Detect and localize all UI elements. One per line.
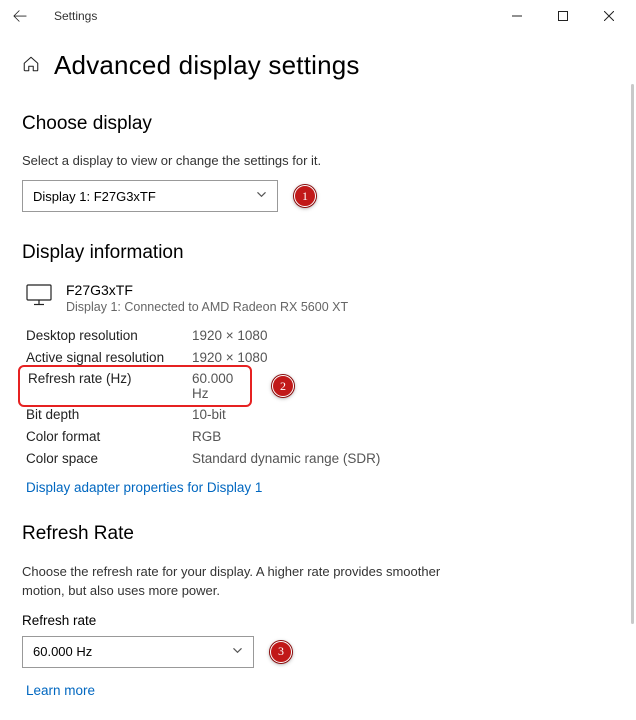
monitor-connection: Display 1: Connected to AMD Radeon RX 56…: [66, 300, 348, 314]
window-minimize-button[interactable]: [494, 0, 540, 32]
refresh-rate-field-label: Refresh rate: [22, 613, 614, 628]
chevron-down-icon: [232, 645, 243, 659]
annotation-badge-1: 1: [294, 185, 316, 207]
refresh-rate-heading: Refresh Rate: [22, 523, 614, 545]
learn-more-link[interactable]: Learn more: [26, 683, 95, 698]
app-title: Settings: [54, 9, 97, 23]
refresh-rate-select-value: 60.000 Hz: [33, 644, 92, 659]
monitor-name: F27G3xTF: [66, 282, 348, 298]
back-button[interactable]: [4, 0, 36, 32]
house-icon: [22, 55, 40, 73]
window-maximize-button[interactable]: [540, 0, 586, 32]
color-format-label: Color format: [26, 429, 192, 444]
refresh-rate-select[interactable]: 60.000 Hz: [22, 636, 254, 668]
refresh-rate-label: Refresh rate (Hz): [28, 371, 192, 401]
window-titlebar: Settings: [0, 0, 636, 32]
choose-display-help: Select a display to view or change the s…: [22, 153, 614, 168]
arrow-left-icon: [13, 9, 27, 23]
display-select[interactable]: Display 1: F27G3xTF: [22, 180, 278, 212]
refresh-rate-value: 60.000 Hz: [192, 371, 244, 401]
desktop-resolution-value: 1920 × 1080: [192, 328, 466, 343]
monitor-icon: [26, 282, 52, 312]
bit-depth-value: 10-bit: [192, 407, 466, 422]
refresh-rate-help: Choose the refresh rate for your display…: [22, 563, 482, 601]
color-space-label: Color space: [26, 451, 192, 466]
desktop-resolution-label: Desktop resolution: [26, 328, 192, 343]
window-close-button[interactable]: [586, 0, 632, 32]
refresh-rate-highlight: Refresh rate (Hz) 60.000 Hz: [18, 365, 252, 407]
display-info-heading: Display information: [22, 242, 614, 264]
color-space-value: Standard dynamic range (SDR): [192, 451, 466, 466]
adapter-properties-link[interactable]: Display adapter properties for Display 1: [26, 480, 262, 495]
annotation-badge-2: 2: [272, 375, 294, 397]
annotation-badge-3: 3: [270, 641, 292, 663]
close-icon: [604, 11, 614, 21]
display-info-grid: Desktop resolution 1920 × 1080 Active si…: [26, 328, 466, 466]
color-format-value: RGB: [192, 429, 466, 444]
choose-display-heading: Choose display: [22, 113, 614, 135]
bit-depth-label: Bit depth: [26, 407, 192, 422]
active-resolution-label: Active signal resolution: [26, 350, 192, 365]
page-title: Advanced display settings: [54, 50, 360, 81]
minimize-icon: [512, 11, 522, 21]
active-resolution-value: 1920 × 1080: [192, 350, 466, 365]
maximize-icon: [558, 11, 568, 21]
chevron-down-icon: [256, 189, 267, 203]
display-select-value: Display 1: F27G3xTF: [33, 189, 156, 204]
home-icon[interactable]: [22, 55, 40, 77]
